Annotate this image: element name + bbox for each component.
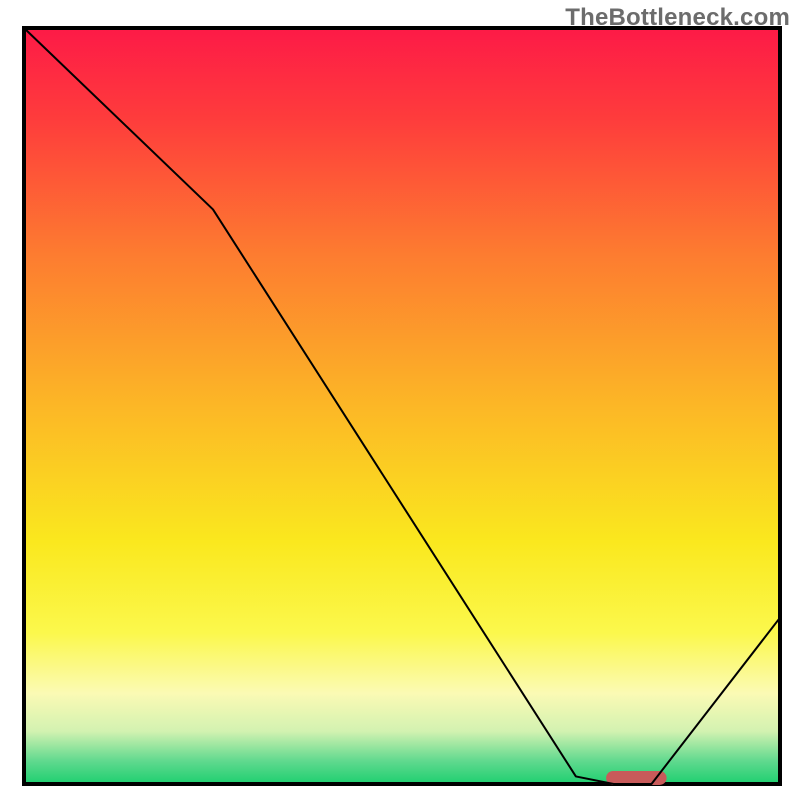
plot-background (24, 28, 780, 784)
chart-container: TheBottleneck.com (0, 0, 800, 800)
bottleneck-chart (0, 0, 800, 800)
bottleneck-marker (606, 771, 666, 785)
watermark-text: TheBottleneck.com (565, 4, 790, 32)
